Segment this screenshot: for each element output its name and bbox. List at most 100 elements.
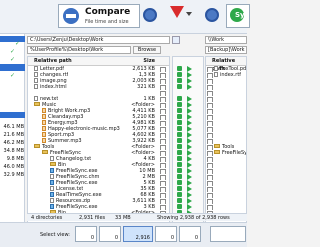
action-column xyxy=(172,56,204,236)
executable-icon xyxy=(50,168,54,173)
file-icon xyxy=(34,78,38,83)
side-size-0: 46.1 MB xyxy=(3,124,24,130)
executable-icon xyxy=(50,192,54,197)
side-size-5: 46.0 MB xyxy=(3,164,24,170)
right-path-combo[interactable]: \\Work xyxy=(205,36,247,44)
right-path-input[interactable]: [Backup]\Work xyxy=(205,46,247,54)
executable-icon xyxy=(50,204,54,209)
file-icon xyxy=(214,66,218,71)
col-size[interactable]: Size xyxy=(143,57,155,65)
count-left-only: 0 xyxy=(90,235,94,241)
selected-pair[interactable] xyxy=(0,64,25,71)
count-right-only: 0 xyxy=(194,235,198,241)
file-icon xyxy=(214,72,218,77)
view-button-left-only[interactable]: 0 xyxy=(75,226,97,242)
side-size-2: 46.2 MB xyxy=(3,140,24,146)
right-grid-header: Relative path xyxy=(206,57,246,72)
category-equal-icon xyxy=(177,180,182,185)
count-equal: 2,916 xyxy=(135,235,150,241)
left-file-grid: Relative path Size Letter.pdf 2,613 KB cha… xyxy=(27,56,170,236)
left-grid-header: Relative path Size xyxy=(28,57,169,66)
blue-header xyxy=(0,36,25,42)
category-equal-icon xyxy=(177,186,182,191)
compare-button[interactable]: Compare File time and size xyxy=(58,4,140,28)
file-icon xyxy=(50,174,54,179)
left-browse-button[interactable]: Browse xyxy=(133,46,161,54)
folder-icon xyxy=(214,150,220,154)
category-equal-icon xyxy=(177,66,182,71)
sync-button[interactable]: Sy xyxy=(226,4,250,28)
count-left-newer: 0 xyxy=(114,235,118,241)
folder-icon xyxy=(34,144,40,148)
compare-settings-gear-icon[interactable] xyxy=(143,8,157,22)
audio-file-icon xyxy=(42,120,46,125)
left-status-dirs: 4 directories xyxy=(31,215,63,221)
file-icon xyxy=(50,186,54,191)
select-view-label: Select view: xyxy=(40,232,70,238)
right-status-rows: Showing 2,938 of 2,938 rows xyxy=(157,215,230,221)
category-equal-icon xyxy=(177,156,182,161)
compare-label: Compare xyxy=(85,7,131,17)
category-equal-icon xyxy=(177,198,182,203)
view-button-right-only[interactable]: 0 xyxy=(179,226,201,242)
right-path-text: [Backup]\Work xyxy=(208,47,245,53)
category-equal-icon xyxy=(177,138,182,143)
left-path-combo-text: C:\Users\Zenju\Desktop\Work xyxy=(30,37,104,43)
compare-subtitle: File time and size xyxy=(85,19,129,25)
side-size-1: 21.6 MB xyxy=(3,132,24,138)
category-equal-icon xyxy=(177,120,182,125)
col-relative-path[interactable]: Relative path xyxy=(34,57,72,65)
swap-sides-icon[interactable] xyxy=(172,36,180,44)
category-equal-icon xyxy=(177,204,182,209)
side-size-6: 32.9 MB xyxy=(3,172,24,178)
file-icon xyxy=(34,84,38,89)
right-path-combo-text: \\Work xyxy=(208,37,225,43)
count-right-newer: 0 xyxy=(170,235,174,241)
folder-icon xyxy=(42,150,48,154)
category-equal-icon xyxy=(177,72,182,77)
category-equal-icon xyxy=(177,132,182,137)
category-equal-icon xyxy=(177,102,182,107)
view-button-equal[interactable]: 2,916 xyxy=(123,226,153,242)
audio-file-icon xyxy=(42,132,46,137)
executable-icon xyxy=(50,180,54,185)
right-file-grid: Relative path FoxTool.pdf index.rtf Tools F… xyxy=(205,56,247,236)
sync-label: Sy xyxy=(235,11,245,19)
filter-dropdown-icon[interactable] xyxy=(186,12,192,16)
file-icon xyxy=(34,96,38,101)
folder-icon xyxy=(50,162,56,166)
category-equal-icon xyxy=(177,84,182,89)
filter-icon[interactable] xyxy=(170,6,184,18)
side-size-4: 9.8 MB xyxy=(6,156,24,162)
audio-file-icon xyxy=(42,114,46,119)
folder-icon xyxy=(214,144,220,148)
category-equal-icon xyxy=(177,150,182,155)
checkmark-icon: ✓ xyxy=(15,40,21,47)
file-icon xyxy=(34,72,38,77)
category-equal-icon xyxy=(177,144,182,149)
file-icon xyxy=(34,66,38,71)
checkmark-icon: ✓ xyxy=(10,72,16,79)
audio-file-icon xyxy=(42,126,46,131)
folder-icon xyxy=(34,102,40,106)
left-path-text: %UserProfile%\Desktop\Work xyxy=(30,47,104,53)
category-equal-icon xyxy=(177,108,182,113)
category-equal-icon xyxy=(177,192,182,197)
file-icon xyxy=(50,198,54,203)
left-status-size: 33 MB xyxy=(115,215,131,221)
side-size-3: 34.8 MB xyxy=(3,148,24,154)
compare-icon xyxy=(63,8,79,24)
side-sizes-panel: 46.1 MB 21.6 MB 46.2 MB 34.8 MB 9.8 MB 4… xyxy=(0,112,25,230)
left-path-combo[interactable]: C:\Users\Zenju\Desktop\Work xyxy=(27,36,170,44)
side-blue-bar xyxy=(0,112,25,118)
category-equal-icon xyxy=(177,168,182,173)
view-button-extra[interactable] xyxy=(210,226,246,242)
sync-settings-gear-icon[interactable] xyxy=(205,8,219,22)
view-button-right-newer[interactable]: 0 xyxy=(155,226,177,242)
checkmark-icon: ✓ xyxy=(10,48,16,55)
left-path-input[interactable]: %UserProfile%\Desktop\Work xyxy=(27,46,131,54)
sync-direction-right-icon[interactable] xyxy=(187,84,192,90)
view-button-left-newer[interactable]: 0 xyxy=(99,226,121,242)
file-icon xyxy=(50,156,54,161)
category-equal-icon xyxy=(177,126,182,131)
